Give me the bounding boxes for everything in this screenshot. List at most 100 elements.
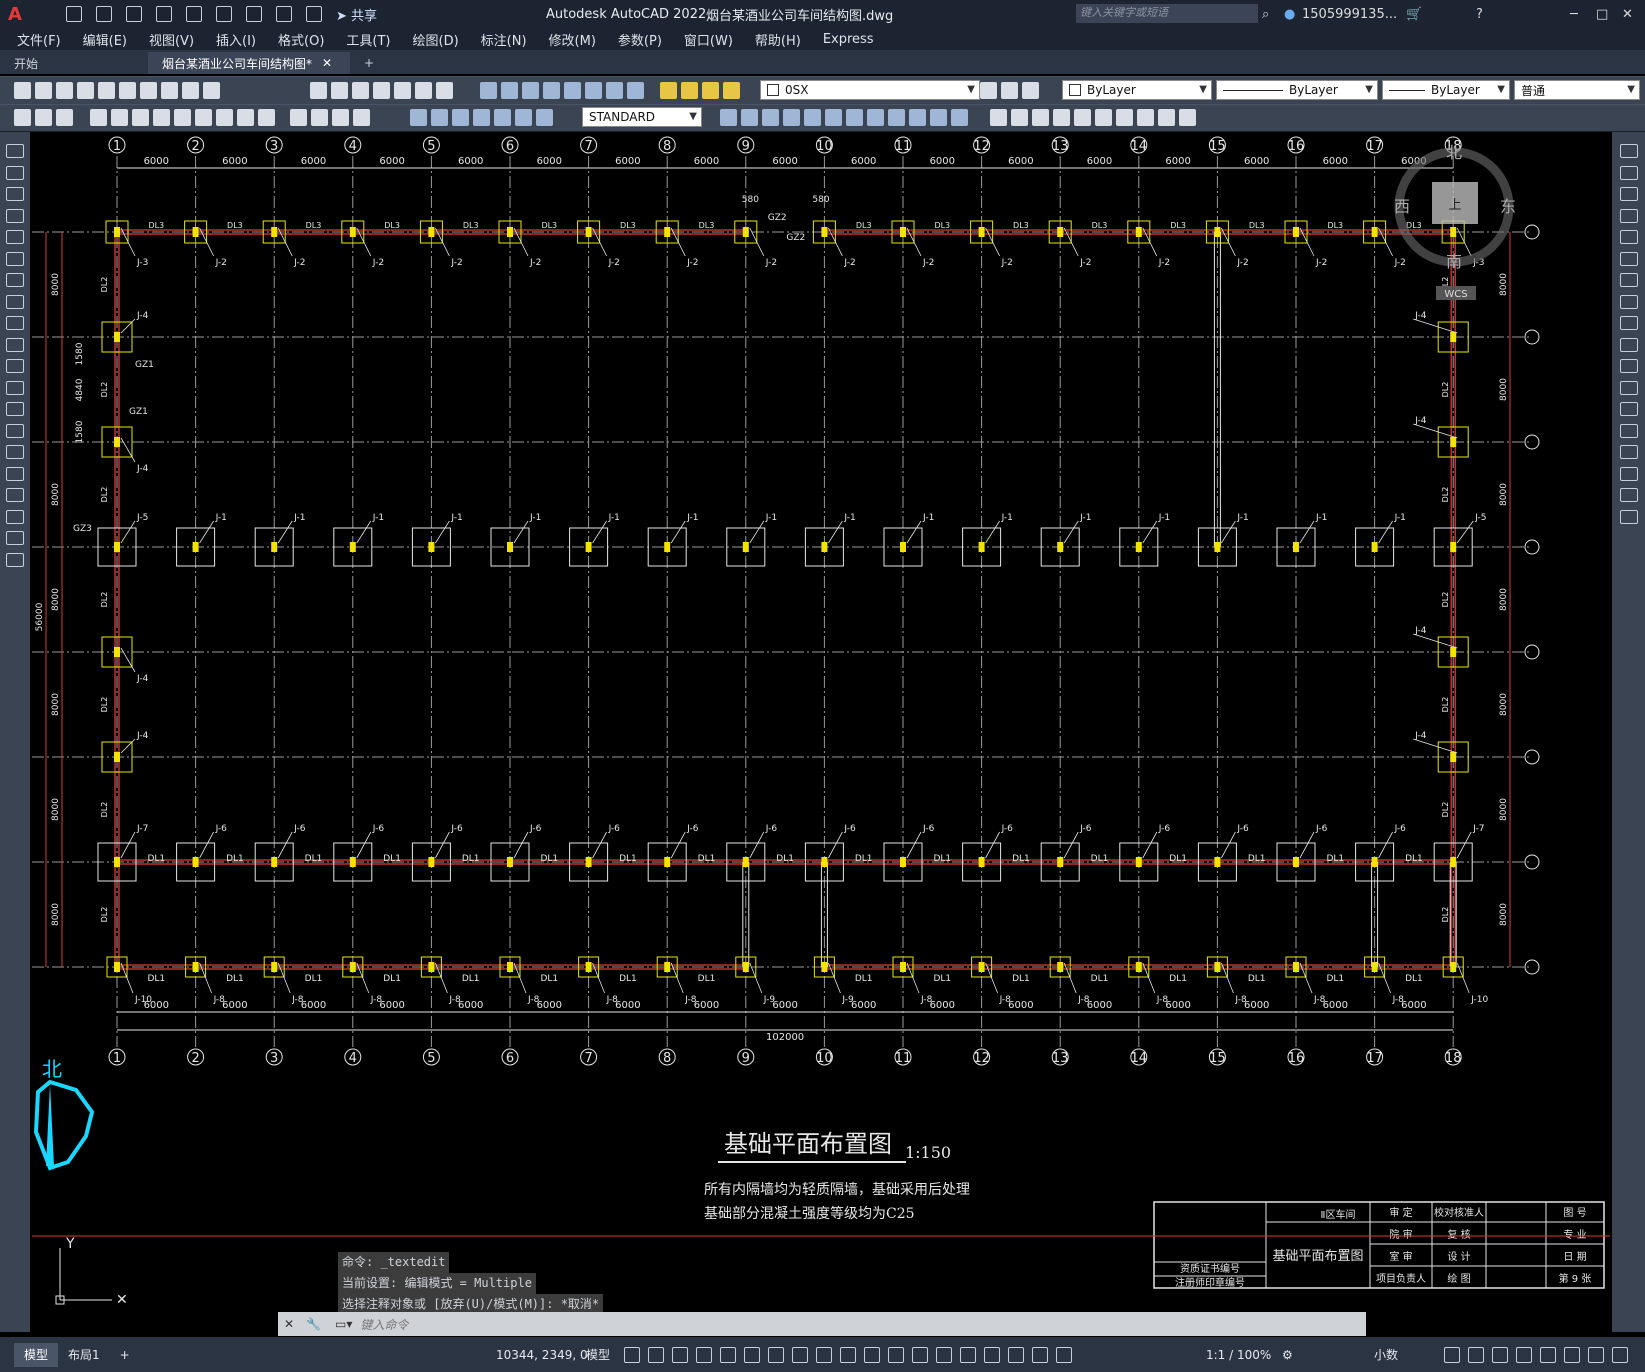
status-toggles[interactable] — [620, 1346, 1076, 1363]
toolbar-icon[interactable] — [681, 82, 698, 99]
palette-tool-icon[interactable] — [6, 230, 24, 244]
palette-tool-icon[interactable] — [6, 251, 24, 266]
toolbar-icon[interactable] — [990, 109, 1007, 126]
toolbar-icon[interactable] — [888, 109, 905, 126]
palette-tool-icon[interactable] — [1620, 273, 1638, 287]
gear-icon[interactable]: ⚙ — [1282, 1348, 1293, 1362]
palette-tool-icon[interactable] — [1620, 423, 1638, 438]
toolbar-icon[interactable] — [1011, 109, 1028, 126]
toolbar-icon[interactable] — [606, 82, 623, 99]
menu-item-5[interactable]: 工具(T) — [335, 30, 401, 49]
toolbar-icon[interactable] — [702, 82, 719, 99]
menu-item-11[interactable]: 帮助(H) — [744, 30, 812, 49]
toolbar-icon[interactable] — [494, 109, 511, 126]
menu-item-8[interactable]: 修改(M) — [538, 30, 607, 49]
toolbar-icon[interactable] — [216, 109, 233, 126]
toolbar-icon[interactable] — [174, 109, 191, 126]
autocad-logo[interactable]: A — [8, 4, 22, 25]
toolbar-icon[interactable] — [480, 82, 497, 99]
annotation-scale[interactable]: 1:1 / 100% — [1206, 1348, 1271, 1362]
minimize-button[interactable]: ─ — [1570, 7, 1578, 22]
menu-item-3[interactable]: 插入(I) — [205, 30, 267, 49]
tab-layout1[interactable]: 布局1 — [58, 1343, 110, 1367]
linetype-dropdown[interactable]: ByLayer ▼ — [1216, 80, 1378, 100]
tab-start[interactable]: 开始 — [0, 52, 148, 74]
toolbar-icon[interactable] — [909, 109, 926, 126]
palette-tool-icon[interactable] — [6, 359, 24, 373]
toolbar-icon[interactable] — [867, 109, 884, 126]
toolbar-icon[interactable] — [290, 109, 307, 126]
toolbar-icon[interactable] — [1116, 109, 1133, 126]
toolbar-icon[interactable] — [783, 109, 800, 126]
palette-tool-icon[interactable] — [1620, 445, 1638, 459]
textstyle-dropdown[interactable]: STANDARD ▼ — [582, 107, 702, 127]
user-name[interactable]: 1505999135... — [1302, 7, 1397, 22]
toolbar-icon[interactable] — [332, 109, 349, 126]
toolbar-icon[interactable] — [1095, 109, 1112, 126]
toolbar-icon[interactable] — [161, 82, 178, 99]
toolbar-icon[interactable] — [980, 82, 997, 99]
plotstyle-dropdown[interactable]: 普通 ▼ — [1514, 80, 1640, 100]
menu-item-12[interactable]: Express — [812, 32, 885, 47]
menu-item-0[interactable]: 文件(F) — [6, 30, 72, 49]
toolbar-icon[interactable] — [153, 109, 170, 126]
add-layout-button[interactable]: + — [110, 1343, 140, 1367]
toolbar-icon[interactable] — [473, 109, 490, 126]
cart-icon[interactable]: 🛒 — [1406, 7, 1422, 22]
palette-tool-icon[interactable] — [6, 380, 24, 395]
close-command-icon[interactable]: ✕ — [284, 1317, 294, 1331]
toolbar-icon[interactable] — [501, 82, 518, 99]
palette-tool-icon[interactable] — [1620, 165, 1638, 180]
tab-model[interactable]: 模型 — [14, 1342, 59, 1367]
toolbar-icon[interactable] — [720, 109, 737, 126]
toolbar-icon[interactable] — [415, 82, 432, 99]
palette-tool-icon[interactable] — [6, 337, 24, 352]
palette-tool-icon[interactable] — [1620, 251, 1638, 266]
palette-tool-icon[interactable] — [6, 488, 24, 502]
palette-tool-icon[interactable] — [1620, 509, 1638, 524]
toolbar-icon[interactable] — [310, 82, 327, 99]
toolbar-icon[interactable] — [35, 82, 52, 99]
toolbar-icon[interactable] — [930, 109, 947, 126]
toolbar-icon[interactable] — [111, 109, 128, 126]
user-icon[interactable]: ● — [1284, 7, 1295, 22]
toolbar-icon[interactable] — [331, 82, 348, 99]
palette-tool-icon[interactable] — [6, 531, 24, 545]
toolbar-icon[interactable] — [410, 109, 427, 126]
menu-item-1[interactable]: 编辑(E) — [72, 30, 138, 49]
toolbar-icon[interactable] — [825, 109, 842, 126]
palette-tool-icon[interactable] — [6, 273, 24, 287]
toolbar-icon[interactable] — [452, 109, 469, 126]
palette-tool-icon[interactable] — [1620, 316, 1638, 330]
palette-tool-icon[interactable] — [1620, 294, 1638, 309]
toolbar-icon[interactable] — [14, 109, 31, 126]
toolbar-icon[interactable] — [804, 109, 821, 126]
close-tab-icon[interactable]: ✕ — [322, 56, 332, 70]
toolbar-icon[interactable] — [258, 109, 275, 126]
palette-tool-icon[interactable] — [1620, 208, 1638, 223]
toolbar-icon[interactable] — [90, 109, 107, 126]
toolbar-icon[interactable] — [132, 109, 149, 126]
toolbar-icon[interactable] — [353, 109, 370, 126]
search-icon[interactable]: ⌕ — [1262, 7, 1269, 22]
palette-tool-icon[interactable] — [6, 402, 24, 416]
drawing-canvas[interactable]: 1 1 2 2 3 3 4 4 5 5 6 6 7 7 8 8 9 9 10 10 11 11 12 12 13 13 14 14 15… — [32, 132, 1610, 1332]
palette-tool-icon[interactable] — [6, 294, 24, 309]
palette-tool-icon[interactable] — [6, 509, 24, 524]
close-button[interactable]: ✕ — [1622, 7, 1633, 22]
model-space-toggle[interactable]: 模型 — [586, 1346, 610, 1363]
toolbar-icon[interactable] — [627, 82, 644, 99]
tab-drawing[interactable]: 烟台某酒业公司车间结构图* ✕ — [148, 52, 350, 74]
search-input[interactable]: 键入关键字或短语 — [1076, 4, 1258, 23]
toolbar-icon[interactable] — [741, 109, 758, 126]
units-readout[interactable]: 小数 — [1374, 1346, 1398, 1363]
menu-item-7[interactable]: 标注(N) — [470, 30, 538, 49]
toolbar-icon[interactable] — [352, 82, 369, 99]
palette-tool-icon[interactable] — [1620, 488, 1638, 502]
toolbar-icon[interactable] — [1137, 109, 1154, 126]
menu-item-10[interactable]: 窗口(W) — [673, 30, 744, 49]
toolbar-icon[interactable] — [723, 82, 740, 99]
toolbar-icon[interactable] — [77, 82, 94, 99]
palette-tool-icon[interactable] — [6, 144, 24, 158]
customize-icon[interactable]: 🔧 — [306, 1317, 321, 1331]
